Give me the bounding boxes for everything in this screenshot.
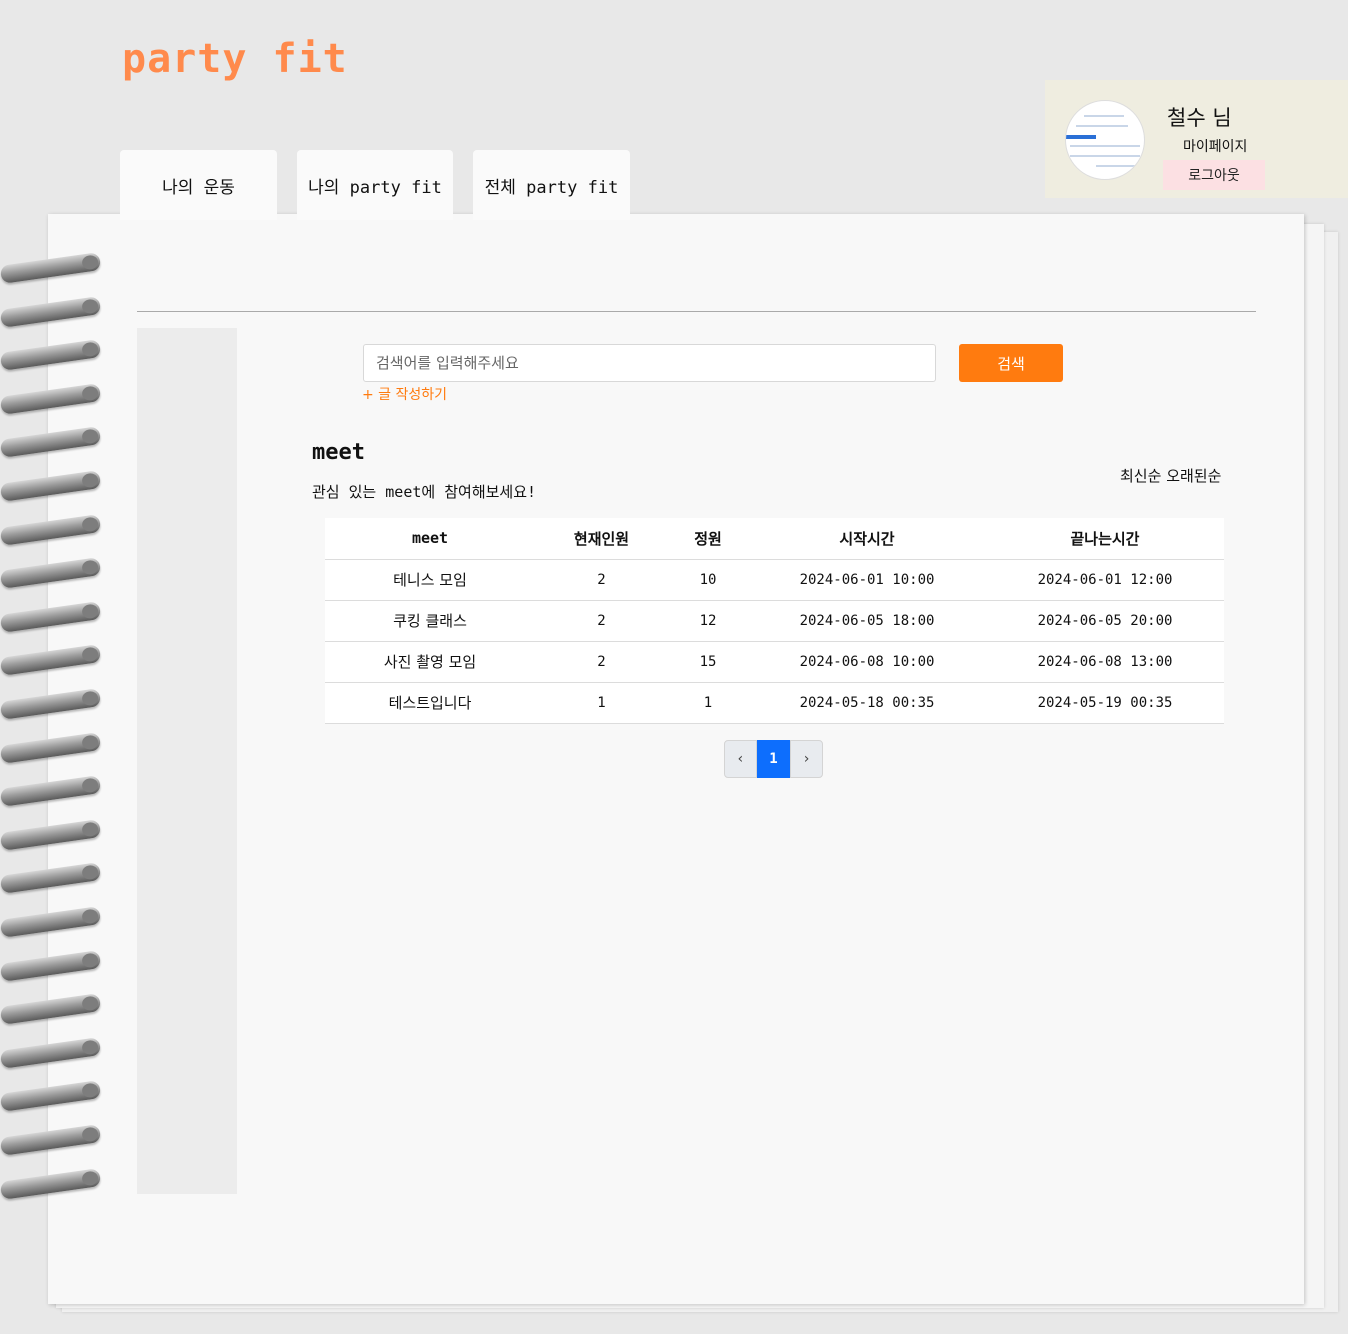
col-header-start: 시작시간 (748, 518, 986, 560)
mypage-link[interactable]: 마이페이지 (1183, 136, 1247, 156)
table-row[interactable]: 쿠킹 클래스 2 12 2024-06-05 18:00 2024-06-05 … (325, 600, 1224, 642)
section-title: meet (312, 440, 365, 465)
start-time: 2024-05-18 00:35 (748, 682, 986, 724)
write-post-link[interactable]: + 글 작성하기 (362, 384, 447, 404)
col-header-current: 현재인원 (535, 518, 668, 560)
sort-newest[interactable]: 최신순 (1120, 467, 1161, 485)
profile-card: 철수 님 마이페이지 로그아웃 (1045, 80, 1348, 198)
next-page-button[interactable]: › (790, 740, 823, 778)
capacity: 15 (668, 641, 748, 683)
tab-my-party-fit[interactable]: 나의 party fit (297, 150, 453, 220)
chevron-left-icon: ‹ (736, 751, 745, 767)
search-input[interactable] (363, 344, 936, 382)
table-row[interactable]: 테니스 모임 2 10 2024-06-01 10:00 2024-06-01 … (325, 559, 1224, 601)
capacity: 1 (668, 682, 748, 724)
divider (137, 311, 1256, 312)
start-time: 2024-06-05 18:00 (748, 600, 986, 642)
meet-name[interactable]: 테스트입니다 (325, 682, 535, 724)
col-header-end: 끝나는시간 (986, 518, 1224, 560)
end-time: 2024-06-05 20:00 (986, 600, 1224, 642)
avatar[interactable] (1065, 100, 1145, 180)
start-time: 2024-06-01 10:00 (748, 559, 986, 601)
sidebar (137, 328, 237, 1194)
capacity: 12 (668, 600, 748, 642)
table-header-row: meet 현재인원 정원 시작시간 끝나는시간 (325, 518, 1224, 560)
col-header-meet: meet (325, 518, 535, 560)
meet-name[interactable]: 사진 촬영 모임 (325, 641, 535, 683)
start-time: 2024-06-08 10:00 (748, 641, 986, 683)
meet-name[interactable]: 테니스 모임 (325, 559, 535, 601)
current-count: 1 (535, 682, 668, 724)
meet-name[interactable]: 쿠킹 클래스 (325, 600, 535, 642)
user-name: 철수 님 (1167, 106, 1232, 130)
current-count: 2 (535, 559, 668, 601)
sort-oldest[interactable]: 오래된순 (1166, 467, 1221, 485)
end-time: 2024-05-19 00:35 (986, 682, 1224, 724)
page-number-button[interactable]: 1 (757, 740, 790, 778)
meet-table: meet 현재인원 정원 시작시간 끝나는시간 테니스 모임 2 10 2024… (325, 518, 1224, 724)
tab-my-exercise[interactable]: 나의 운동 (120, 150, 277, 220)
current-count: 2 (535, 600, 668, 642)
logout-button[interactable]: 로그아웃 (1163, 160, 1265, 190)
tab-all-party-fit[interactable]: 전체 party fit (473, 150, 630, 220)
pagination: ‹ 1 › (724, 740, 823, 778)
app-root: party fit 철수 님 마이페이지 로그아웃 나의 운동 나의 party… (0, 0, 1348, 1334)
chevron-right-icon: › (802, 751, 811, 767)
end-time: 2024-06-01 12:00 (986, 559, 1224, 601)
table-row[interactable]: 사진 촬영 모임 2 15 2024-06-08 10:00 2024-06-0… (325, 641, 1224, 683)
col-header-capacity: 정원 (668, 518, 748, 560)
search-button[interactable]: 검색 (959, 344, 1063, 382)
current-count: 2 (535, 641, 668, 683)
sort-options: 최신순 오래된순 (1120, 465, 1221, 486)
prev-page-button[interactable]: ‹ (724, 740, 757, 778)
capacity: 10 (668, 559, 748, 601)
section-subtitle: 관심 있는 meet에 참여해보세요! (312, 483, 537, 501)
logo[interactable]: party fit (122, 36, 348, 82)
end-time: 2024-06-08 13:00 (986, 641, 1224, 683)
table-row[interactable]: 테스트입니다 1 1 2024-05-18 00:35 2024-05-19 0… (325, 682, 1224, 724)
